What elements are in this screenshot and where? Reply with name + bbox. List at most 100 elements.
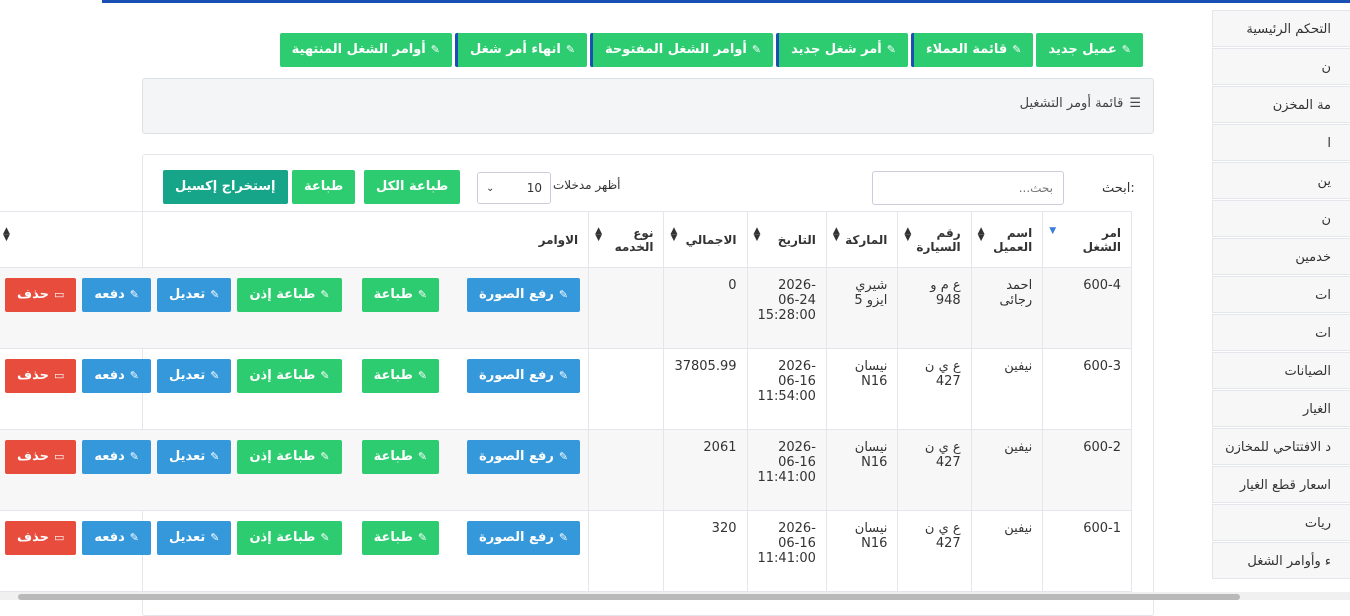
print-permit-button[interactable]: ✎ طباعة إذن (237, 359, 342, 393)
delete-button[interactable]: ▭ حذف (5, 440, 77, 474)
sidebar-item[interactable]: ا (1212, 124, 1350, 161)
row-actions: ✎ رفع الصورة ✎ طباعة ✎ طباعة إذن ✎ تعديل ✎ دف… (0, 510, 590, 592)
button-label: حذف (17, 368, 49, 383)
service-type (588, 510, 665, 592)
button-label: تعديل (169, 449, 206, 464)
edit-button[interactable]: ✎ تعديل (157, 521, 232, 555)
sidebar-item-work-orders[interactable]: ء وأوامر الشغل (1212, 542, 1350, 579)
edit-button[interactable]: ✎ تعديل (157, 278, 232, 312)
header-label: الماركة (845, 232, 888, 247)
sidebar-item[interactable]: ات (1212, 276, 1350, 313)
customers-list-button[interactable]: ✎ قائمة العملاء (910, 33, 1034, 67)
new-work-order-button[interactable]: ✎ أمر شغل جديد (776, 33, 908, 67)
sidebar-item[interactable]: ريات (1212, 504, 1350, 541)
pay-button[interactable]: ✎ دفعه (82, 521, 152, 555)
customer-name: احمد رجائى (970, 267, 1044, 349)
export-excel-button[interactable]: إستخراج إكسيل (163, 170, 288, 204)
service-type (588, 348, 665, 430)
button-label: انهاء أمر شغل (470, 42, 561, 57)
page-title: ☰ قائمة أومر التشغيل (1020, 96, 1141, 111)
print-all-button[interactable]: طباعة الكل (364, 170, 461, 204)
header-label: الاوامر (538, 232, 579, 247)
column-header[interactable]: رقم السيارة ▲ ▼ (897, 211, 972, 268)
header-label: الاجمالي (685, 232, 737, 247)
column-header[interactable]: اسم العميل ▲ ▼ (970, 211, 1044, 268)
button-label: حذف (17, 287, 49, 302)
column-header[interactable]: الاجمالي ▲ ▼ (663, 211, 748, 268)
print-permit-button[interactable]: ✎ طباعة إذن (237, 521, 342, 555)
column-header[interactable]: التاريخ ▲ ▼ (746, 211, 827, 268)
upload-image-button[interactable]: ✎ رفع الصورة (467, 521, 581, 555)
plate-number: ع ي ن 427 (897, 429, 972, 511)
column-header[interactable]: نوع الخدمه ▲ ▼ (588, 211, 665, 268)
open-work-orders-button[interactable]: ✎ أوامر الشغل المفتوحة (590, 33, 774, 67)
edit-icon: ✎ (751, 43, 762, 56)
edit-icon: ✎ (210, 531, 220, 544)
sidebar-item-dashboard[interactable]: التحكم الرئيسية (1212, 10, 1350, 47)
button-label: تعديل (169, 368, 206, 383)
edit-icon: ✎ (417, 531, 428, 544)
edit-icon: ✎ (558, 288, 569, 301)
close-work-order-button[interactable]: ✎ انهاء أمر شغل (455, 33, 588, 67)
row-actions: ✎ رفع الصورة ✎ طباعة ✎ طباعة إذن ✎ تعديل ✎ دف… (0, 429, 590, 511)
print-row-button[interactable]: ✎ طباعة (361, 359, 440, 393)
sidebar-item[interactable]: ات (1212, 314, 1350, 351)
order-date: 2026-06-16 11:54:00 (746, 348, 827, 430)
print-button[interactable]: طباعة (292, 170, 356, 204)
sidebar-item-opening-balance[interactable]: د الافتتاحي للمخازن (1212, 428, 1350, 465)
sidebar-item-spare-parts[interactable]: الغيار (1212, 390, 1350, 427)
sidebar-item-users[interactable]: خدمين (1212, 238, 1350, 275)
print-row-button[interactable]: ✎ طباعة (361, 278, 440, 312)
customer-name: نيفين (970, 510, 1044, 592)
sort-icon: ▲ ▼ (595, 226, 603, 243)
column-header[interactable]: الاوامر ▲ ▼ (0, 211, 590, 268)
pay-button[interactable]: ✎ دفعه (82, 278, 152, 312)
sidebar-item-store-list[interactable]: مة المخزن (1212, 86, 1350, 123)
delete-button[interactable]: ▭ حذف (5, 521, 77, 555)
sidebar-item[interactable]: ين (1212, 162, 1350, 199)
pay-button[interactable]: ✎ دفعه (82, 359, 152, 393)
order-total: 2061 (663, 429, 748, 511)
table-header-row: امر الشغل ▼ اسم العميل ▲ ▼ رقم السيارة ▲ ▼ ال… (0, 211, 1132, 268)
order-total: 0 (663, 267, 748, 349)
print-permit-button[interactable]: ✎ طباعة إذن (237, 278, 342, 312)
finished-work-orders-button[interactable]: ✎ أوامر الشغل المنتهية (279, 33, 452, 67)
button-label: طباعة (304, 179, 344, 194)
chevron-down-icon: ⌄ (486, 182, 495, 194)
edit-button[interactable]: ✎ تعديل (157, 440, 232, 474)
button-label: طباعة إذن (249, 368, 316, 383)
edit-icon: ✎ (129, 450, 140, 463)
button-label: حذف (17, 530, 49, 545)
edit-icon: ✎ (129, 531, 140, 544)
column-header[interactable]: امر الشغل ▼ (1042, 211, 1132, 268)
column-header[interactable]: الماركة ▲ ▼ (825, 211, 899, 268)
entries-select[interactable]: 10 ⌄ (477, 172, 551, 204)
delete-button[interactable]: ▭ حذف (5, 278, 77, 312)
sidebar-item[interactable]: ن (1212, 48, 1350, 85)
button-label: رفع الصورة (479, 368, 554, 383)
button-label: طباعة إذن (249, 530, 316, 545)
delete-button[interactable]: ▭ حذف (5, 359, 77, 393)
table-row: 600-2 نيفين ع ي ن 427 نيسان N16 2026-06-… (0, 429, 1132, 511)
print-row-button[interactable]: ✎ طباعة (361, 440, 440, 474)
print-row-button[interactable]: ✎ طباعة (361, 521, 440, 555)
pay-button[interactable]: ✎ دفعه (82, 440, 152, 474)
sidebar-item[interactable]: ن (1212, 200, 1350, 237)
sidebar-item-maintenance[interactable]: الصيانات (1212, 352, 1350, 389)
button-label: عميل جديد (1048, 42, 1117, 57)
edit-icon: ✎ (320, 531, 330, 544)
scrollbar-thumb[interactable] (18, 594, 1240, 600)
button-label: طباعة إذن (249, 449, 316, 464)
order-date: 2026-06-16 11:41:00 (746, 510, 827, 592)
button-label: طباعة (373, 449, 413, 464)
search-input[interactable] (872, 171, 1064, 205)
sidebar-item-parts-prices[interactable]: اسعار قطع الغيار (1212, 466, 1350, 503)
upload-image-button[interactable]: ✎ رفع الصورة (467, 440, 581, 474)
car-brand: شيري ايزو 5 (825, 267, 899, 349)
edit-button[interactable]: ✎ تعديل (157, 359, 232, 393)
print-permit-button[interactable]: ✎ طباعة إذن (237, 440, 342, 474)
entries-label: أظهر مدخلات (553, 178, 621, 192)
new-customer-button[interactable]: ✎ عميل جديد (1036, 33, 1143, 67)
upload-image-button[interactable]: ✎ رفع الصورة (467, 278, 581, 312)
upload-image-button[interactable]: ✎ رفع الصورة (467, 359, 581, 393)
